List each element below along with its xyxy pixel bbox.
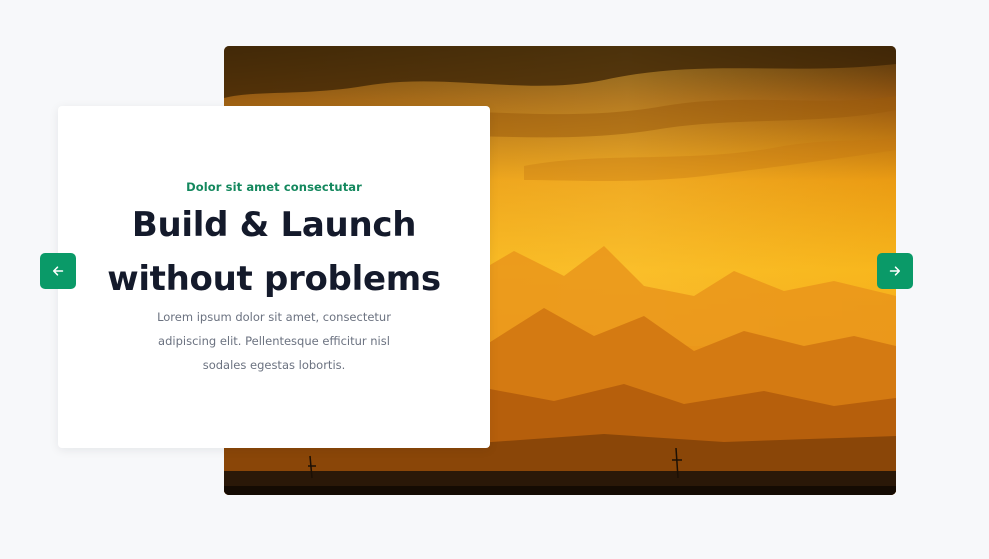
carousel-next-button[interactable] [877, 253, 913, 289]
slide-content-card: Dolor sit amet consectutar Build & Launc… [58, 106, 490, 448]
carousel-prev-button[interactable] [40, 253, 76, 289]
arrow-right-icon [889, 266, 901, 276]
slide-headline-line-1: Build & Launch [131, 205, 417, 245]
slide-headline: Build & Launch without problems [58, 198, 490, 306]
slide-body-text: Lorem ipsum dolor sit amet, consectetur … [157, 310, 391, 372]
slide-headline-line-2: without problems [107, 259, 441, 299]
arrow-left-icon [52, 266, 64, 276]
slide-eyebrow: Dolor sit amet consectutar [186, 180, 362, 194]
